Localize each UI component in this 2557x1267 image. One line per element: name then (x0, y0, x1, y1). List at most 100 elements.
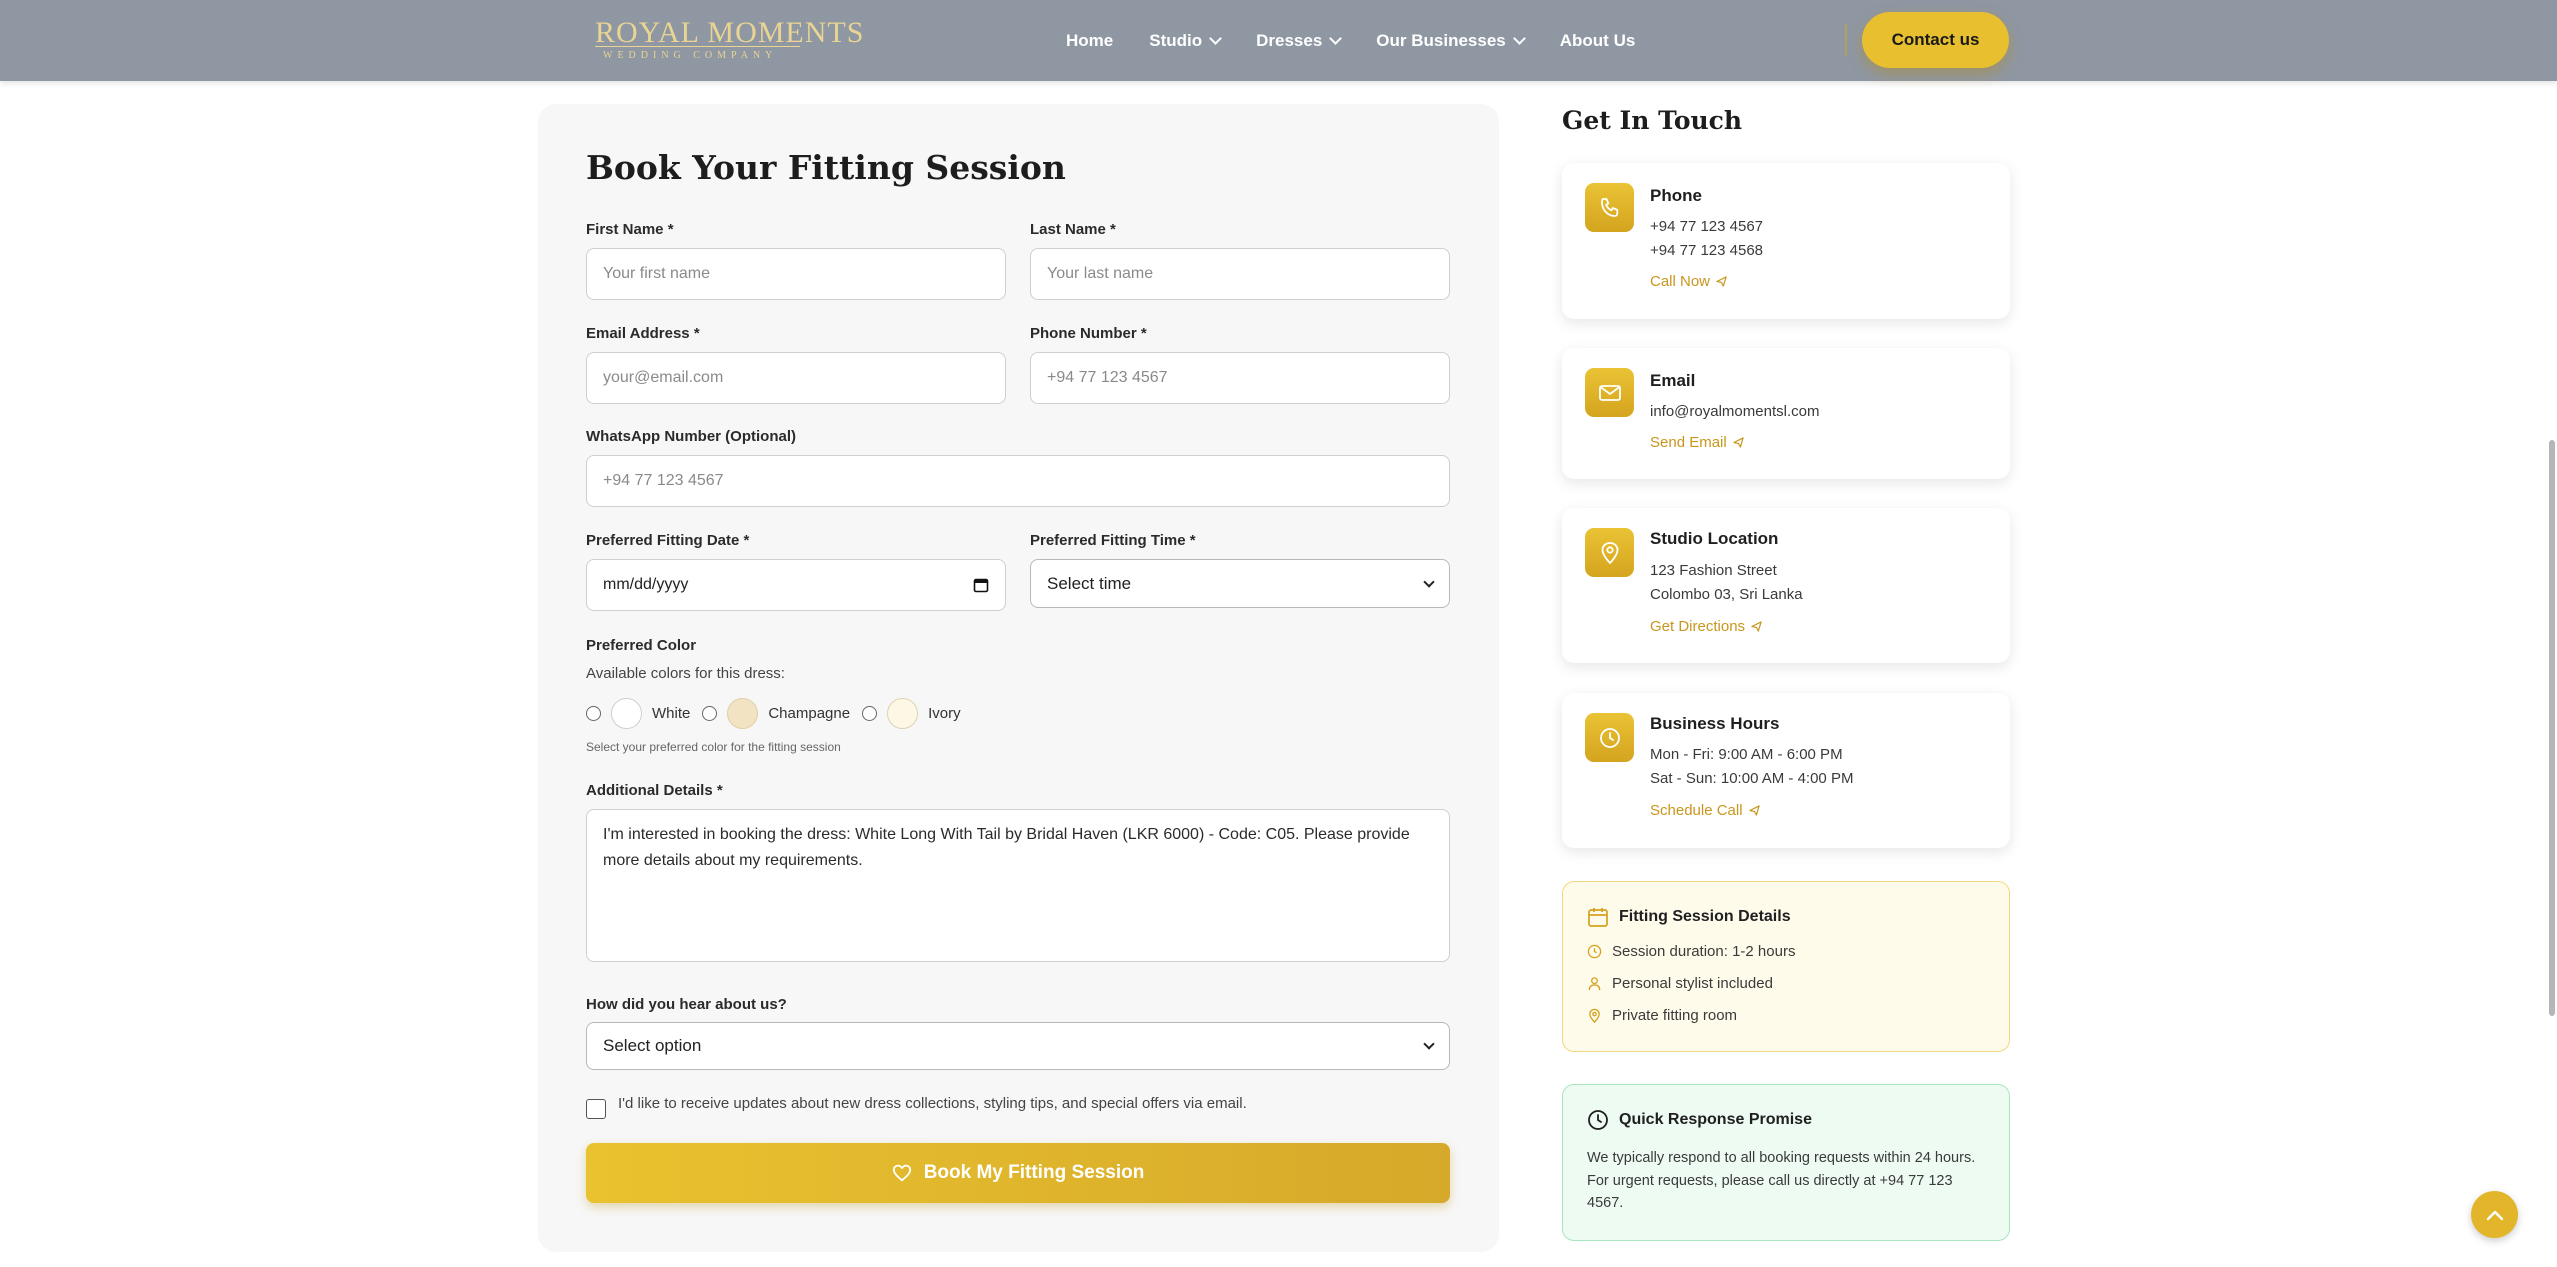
email-card: Email info@royalmomentsl.com Send Email (1562, 348, 2010, 479)
fitting-details-heading: Fitting Session Details (1587, 906, 1791, 928)
promise-text: We typically respond to all booking requ… (1587, 1150, 1976, 1211)
color-name-white: White (652, 704, 691, 722)
last-name-label: Last Name * (1030, 221, 1116, 238)
color-swatch-ivory (887, 697, 919, 729)
whatsapp-input[interactable] (586, 455, 1450, 507)
schedule-call-label: Schedule Call (1650, 802, 1743, 819)
location-card: Studio Location 123 Fashion Street Colom… (1562, 508, 2010, 663)
nav-divider (1845, 24, 1847, 56)
color-radio-white[interactable] (586, 705, 601, 721)
phone-card: Phone +94 77 123 4567 +94 77 123 4568 Ca… (1562, 163, 2010, 319)
location-line-2: Colombo 03, Sri Lanka (1650, 586, 1803, 603)
color-swatch-white (611, 697, 642, 729)
nav-dresses[interactable]: Dresses (1256, 30, 1343, 51)
get-directions-link[interactable]: Get Directions (1650, 618, 1762, 635)
schedule-call-link[interactable]: Schedule Call (1650, 802, 1760, 819)
scroll-to-top-button[interactable] (2471, 1191, 2518, 1238)
phone-line-1: +94 77 123 4567 (1650, 218, 1764, 235)
nav-dresses-label: Dresses (1256, 30, 1323, 50)
send-icon (1733, 437, 1744, 448)
hear-select[interactable]: Select option (586, 1022, 1450, 1070)
fitting-detail-duration: Session duration: 1-2 hours (1587, 943, 1795, 960)
promise-heading: Quick Response Promise (1587, 1109, 1812, 1131)
fitting-detail-room: Private fitting room (1587, 1007, 1737, 1024)
fitting-room-text: Private fitting room (1612, 1007, 1738, 1024)
map-pin-icon (1601, 541, 1618, 564)
phone-line-2: +94 77 123 4568 (1650, 242, 1764, 259)
chevron-down-icon (1423, 575, 1435, 588)
date-input[interactable]: mm/dd/yyyy (586, 559, 1006, 611)
time-label: Preferred Fitting Time * (1030, 532, 1196, 549)
hear-label: How did you hear about us? (586, 996, 787, 1013)
send-icon (1751, 621, 1762, 632)
details-label: Additional Details * (586, 782, 723, 799)
fitting-detail-stylist: Personal stylist included (1587, 975, 1773, 992)
map-pin-icon (1589, 1008, 1600, 1023)
contact-us-button[interactable]: Contact us (1862, 12, 2009, 68)
color-radio-ivory[interactable] (862, 705, 878, 721)
user-icon (1588, 977, 1601, 991)
chevron-down-icon (1512, 31, 1526, 45)
fitting-details-card: Fitting Session Details Session duration… (1562, 881, 2010, 1052)
nav-our-businesses[interactable]: Our Businesses (1376, 31, 1526, 51)
last-name-input[interactable] (1030, 248, 1450, 300)
date-label: Preferred Fitting Date * (586, 532, 750, 549)
book-fitting-label: Book My Fitting Session (923, 1162, 1145, 1183)
first-name-label: First Name * (586, 221, 674, 238)
clock-icon (1588, 1110, 1608, 1130)
chevron-down-icon (1329, 31, 1343, 45)
phone-card-title: Phone (1650, 186, 1702, 205)
book-fitting-button[interactable]: Book My Fitting Session (586, 1143, 1450, 1203)
details-textarea[interactable]: I'm interested in booking the dress: Whi… (586, 809, 1450, 962)
location-line-1: 123 Fashion Street (1650, 562, 1777, 579)
call-now-label: Call Now (1650, 273, 1711, 290)
location-card-title: Studio Location (1650, 529, 1779, 548)
get-directions-label: Get Directions (1650, 618, 1746, 635)
email-input[interactable] (586, 352, 1006, 404)
chevron-down-icon (1423, 1038, 1435, 1050)
chevron-up-icon (2486, 1210, 2503, 1220)
logo-text: ROYAL MOMENTS (595, 16, 865, 49)
nav-studio[interactable]: Studio (1149, 31, 1222, 51)
send-icon (1716, 276, 1727, 287)
nav-home[interactable]: Home (1066, 31, 1113, 51)
fitting-details-title: Fitting Session Details (1619, 908, 1791, 925)
color-swatch-champagne (727, 697, 759, 729)
first-name-input[interactable] (586, 248, 1006, 300)
call-now-link[interactable]: Call Now (1650, 273, 1727, 290)
color-options: White Champagne Ivory (586, 697, 973, 729)
nav-about-us-label: About Us (1559, 30, 1636, 50)
page-scrollbar[interactable] (2549, 440, 2555, 1016)
hear-select-value: Select option (603, 1036, 702, 1055)
logo-rule (595, 46, 800, 47)
phone-input[interactable] (1030, 352, 1450, 404)
color-radio-champagne[interactable] (702, 705, 718, 721)
color-name-champagne: Champagne (768, 704, 851, 722)
site-header: ROYAL MOMENTS WEDDING COMPANY Home Studi… (0, 0, 2557, 81)
nav-about-us[interactable]: About Us (1560, 31, 1636, 51)
logo[interactable]: ROYAL MOMENTS WEDDING COMPANY (595, 14, 863, 64)
color-label: Preferred Color (586, 637, 697, 654)
calendar-icon[interactable] (973, 577, 989, 593)
location-icon-box (1585, 528, 1634, 577)
mail-icon (1598, 384, 1621, 401)
newsletter-checkbox[interactable] (586, 1099, 606, 1119)
newsletter-label: I'd like to receive updates about new dr… (618, 1095, 1247, 1112)
color-name-ivory: Ivory (928, 704, 961, 722)
color-subtitle: Available colors for this dress: (586, 665, 785, 682)
send-icon (1748, 805, 1760, 816)
email-card-title: Email (1650, 371, 1696, 390)
hours-line-1: Mon - Fri: 9:00 AM - 6:00 PM (1650, 746, 1843, 763)
logo-subtext: WEDDING COMPANY (603, 50, 778, 61)
form-title: Book Your Fitting Session (586, 148, 1066, 187)
nav-home-label: Home (1066, 30, 1114, 50)
main-nav: Home Studio Dresses Our Businesses About… (1066, 0, 1671, 81)
clock-icon (1587, 944, 1602, 959)
response-promise-card: Quick Response Promise We typically resp… (1562, 1084, 2010, 1241)
fitting-duration-text: Session duration: 1-2 hours (1612, 943, 1796, 960)
color-hint: Select your preferred color for the fitt… (586, 740, 841, 754)
send-email-link[interactable]: Send Email (1650, 434, 1744, 451)
promise-title: Quick Response Promise (1619, 1111, 1812, 1128)
time-select[interactable]: Select time (1030, 559, 1450, 608)
heart-icon (892, 1164, 911, 1182)
